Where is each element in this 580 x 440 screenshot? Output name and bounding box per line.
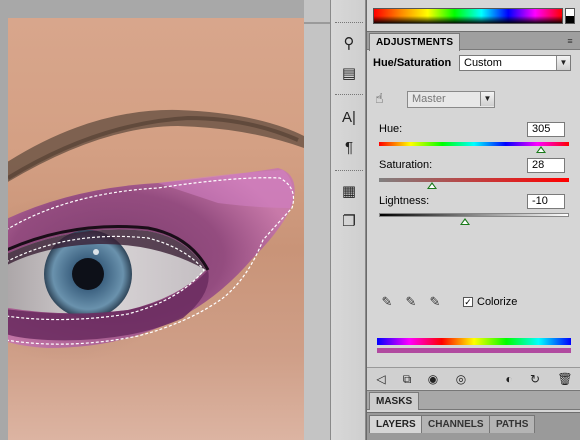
saturation-label: Saturation: — [379, 159, 433, 171]
hue-label: Hue: — [379, 123, 403, 135]
preset-dropdown[interactable]: Custom ▼ — [459, 55, 571, 71]
saturation-input[interactable]: 28 — [527, 158, 565, 173]
hue-slider-thumb[interactable] — [535, 146, 546, 153]
panel-footer: ◁ ⧉ ◉ ◎ ◐ ↻ 🗑 — [367, 367, 580, 389]
eyedropper-plus-icon[interactable]: ✎ — [403, 294, 419, 310]
eyedropper-minus-icon[interactable]: ✎ — [427, 294, 443, 310]
channel-value: Master — [412, 93, 446, 105]
lightness-input[interactable]: -10 — [527, 194, 565, 209]
clone-source-icon[interactable]: ▤ — [337, 62, 361, 84]
adjustments-tab-bar: ADJUSTMENTS ≡ — [367, 31, 580, 51]
paragraph-icon[interactable]: ¶ — [337, 136, 361, 158]
reset-icon[interactable]: ↻ — [527, 371, 543, 387]
edge-tick — [304, 22, 330, 24]
panel-menu-icon[interactable]: ≡ — [563, 36, 577, 46]
layer-comps-icon[interactable]: ❐ — [337, 210, 361, 232]
visibility-eye-icon[interactable]: ◎ — [453, 371, 469, 387]
dock-separator — [335, 94, 363, 95]
panel-dock-strip: ⚲ ▤ A| ¶ ▦ ❐ — [330, 0, 366, 440]
channel-dropdown[interactable]: Master ▼ — [407, 91, 495, 108]
tab-layers[interactable]: LAYERS — [369, 415, 423, 433]
canvas-scroll-edge — [304, 0, 330, 440]
targeted-adjustment-hand-icon[interactable]: ☝ — [375, 89, 393, 107]
tool-presets-icon[interactable]: ⚲ — [337, 32, 361, 54]
info-icon[interactable]: ▦ — [337, 180, 361, 202]
tab-masks[interactable]: MASKS — [369, 392, 420, 410]
masks-tab-bar: MASKS — [367, 390, 580, 410]
tab-adjustments[interactable]: ADJUSTMENTS — [369, 33, 461, 51]
eyedropper-icon[interactable]: ✎ — [379, 294, 395, 310]
tab-paths[interactable]: PATHS — [489, 415, 536, 433]
input-hue-bar — [377, 338, 571, 345]
lightness-slider-track[interactable] — [379, 213, 569, 217]
document-canvas[interactable] — [0, 0, 330, 440]
chevron-down-icon: ▼ — [556, 56, 570, 70]
color-ramp-bw[interactable] — [565, 8, 575, 24]
adjustment-title: Hue/Saturation — [373, 57, 452, 69]
colorize-checkbox[interactable]: ✓ — [463, 297, 473, 307]
color-ramp[interactable] — [373, 8, 563, 24]
dock-separator — [335, 22, 363, 23]
eye-image — [8, 109, 304, 348]
colorize-label: Colorize — [477, 296, 518, 308]
layers-tab-bar: LAYERS CHANNELS PATHS — [367, 412, 580, 440]
tab-channels[interactable]: CHANNELS — [421, 415, 491, 433]
chevron-down-icon: ▼ — [480, 92, 494, 106]
adjustments-panel: ADJUSTMENTS ≡ Hue/Saturation Custom ▼ ☝ … — [366, 0, 580, 440]
view-previous-icon[interactable]: ◐ — [501, 371, 517, 387]
expand-view-icon[interactable]: ⧉ — [399, 371, 415, 387]
return-arrow-icon[interactable]: ◁ — [373, 371, 389, 387]
output-hue-bar — [377, 348, 571, 353]
lightness-label: Lightness: — [379, 195, 430, 207]
saturation-slider-track[interactable] — [379, 178, 569, 182]
clip-to-layer-icon[interactable]: ◉ — [425, 371, 441, 387]
preset-value: Custom — [464, 57, 502, 69]
character-icon[interactable]: A| — [337, 106, 361, 128]
trash-icon[interactable]: 🗑 — [557, 371, 573, 387]
lightness-slider-thumb[interactable] — [459, 218, 470, 225]
dock-separator — [335, 170, 363, 171]
hue-input[interactable]: 305 — [527, 122, 565, 137]
saturation-slider-thumb[interactable] — [427, 182, 438, 189]
eye-photo[interactable] — [8, 18, 304, 440]
